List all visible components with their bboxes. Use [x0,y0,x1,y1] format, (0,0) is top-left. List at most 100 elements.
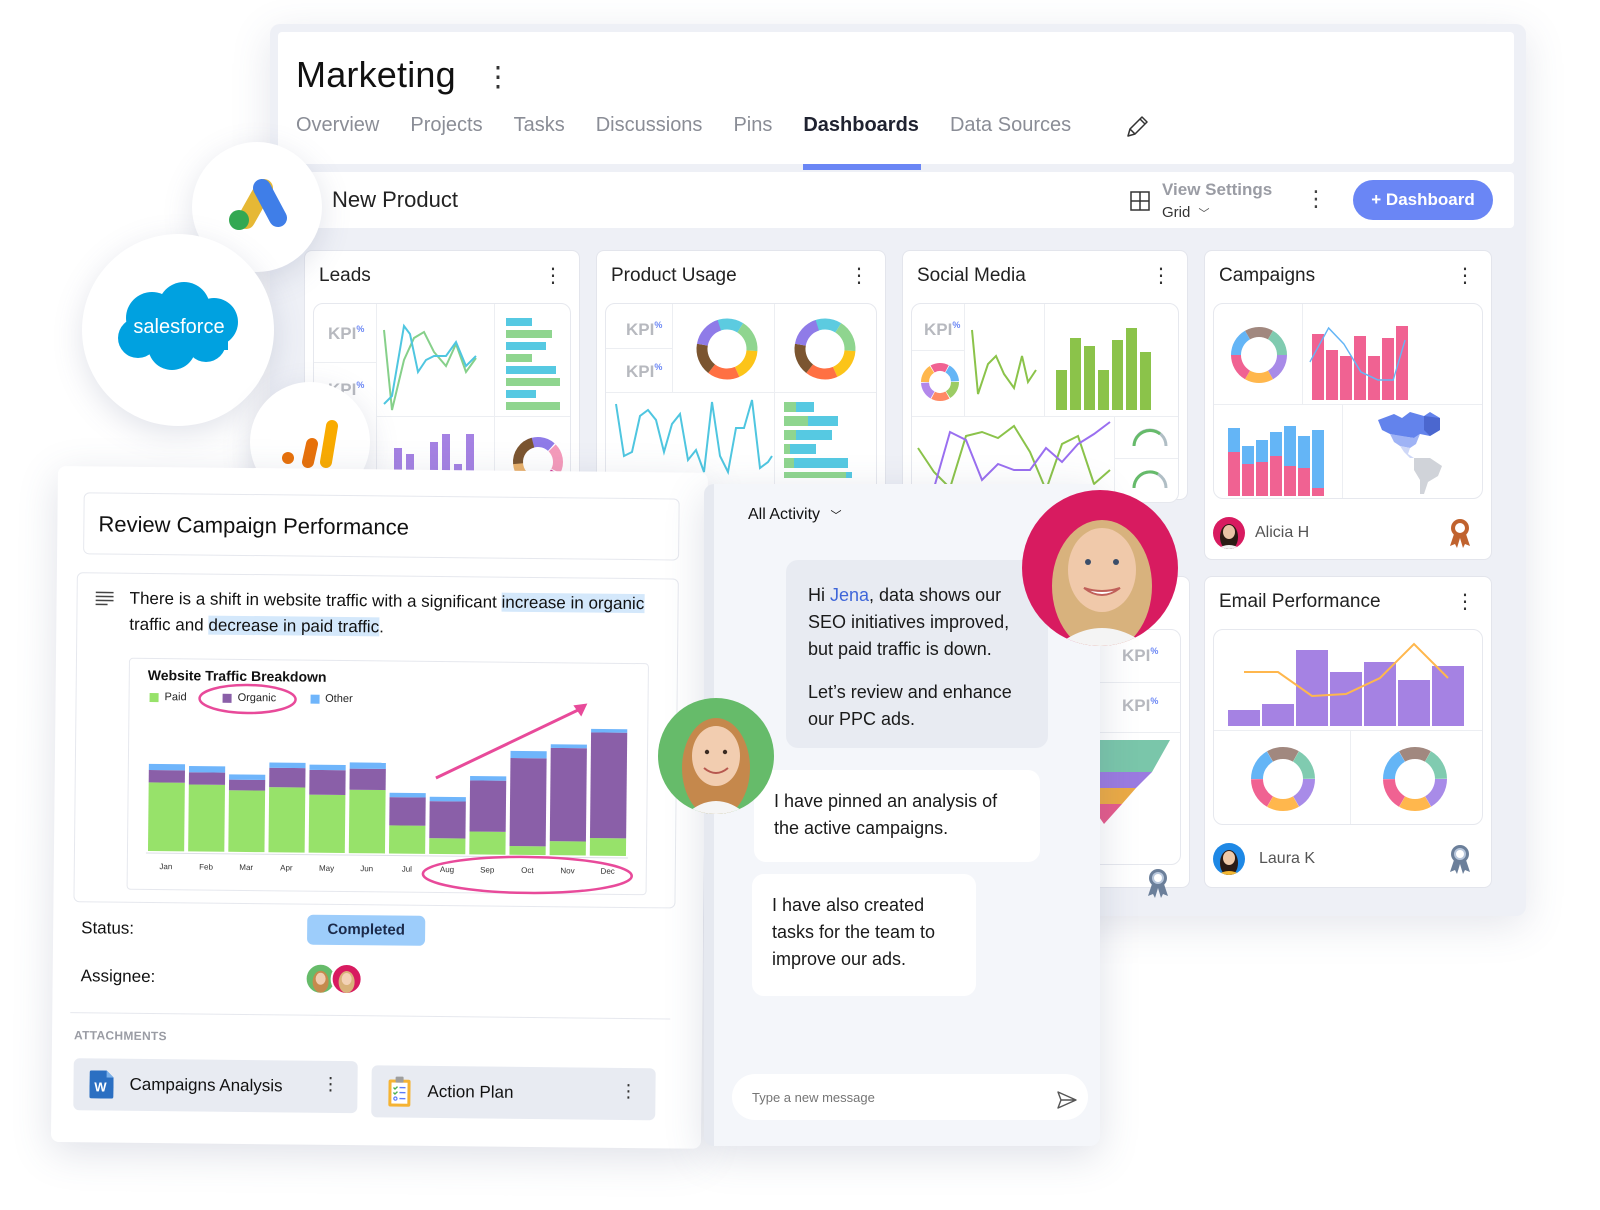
tab-dashboards[interactable]: Dashboards [803,114,921,170]
bar-segment-other-aug [429,796,466,802]
message-text: I have pinned an analysis of the active … [774,791,998,838]
task-title: Review Campaign Performance [98,511,410,540]
task-title-field[interactable]: Review Campaign Performance [83,492,680,561]
owner-avatar[interactable] [1213,843,1245,875]
card-product-usage[interactable]: Product Usage ⋮ KPI% KPI% [596,250,886,503]
message-bubble: Hi Jena, data shows our SEO initiatives … [786,560,1048,748]
attachment-name: Action Plan [427,1081,514,1102]
card-widgets [1213,303,1483,499]
card-social-media[interactable]: Social Media ⋮ KPI% [902,250,1188,503]
task-description[interactable]: There is a shift in website traffic with… [73,572,679,909]
add-dashboard-button[interactable]: + Dashboard [1353,180,1493,220]
x-tick-label: Apr [280,863,293,872]
bar-segment-organic-nov [549,747,587,842]
card-title: Email Performance [1219,591,1381,612]
workspace-tabs: Overview Projects Tasks Discussions Pins… [296,114,1102,170]
dashboard-name: New Product [332,187,458,212]
highlight-paid: decrease in paid traffic [208,615,380,637]
bar-segment-organic-oct [509,757,547,847]
bar-chart-widget [1056,328,1151,410]
view-mode-dropdown[interactable]: Grid ﹀ [1162,204,1210,221]
status-badge[interactable]: Completed [307,914,426,946]
message-text: I have also created tasks for the team t… [772,895,936,969]
annotation-circle-organic [198,683,297,715]
map-widget [1378,412,1442,494]
chevron-down-icon: ﹀ [830,510,842,522]
status-label: Status: [81,918,135,938]
text-align-icon [95,591,114,606]
x-tick-label: Jul [402,865,413,874]
send-icon[interactable] [1056,1089,1078,1111]
donut-chart-widget [1231,327,1287,383]
card-more-icon[interactable]: ⋮ [1455,589,1475,614]
donut-chart-widget [794,318,856,380]
message-text: Let’s review and enhance our PPC ads. [808,682,1012,729]
dashboard-toolbar: New Product View Settings Grid ﹀ ⋮ + Das… [300,172,1514,228]
salesforce-wordmark: salesforce [133,316,224,338]
workspace-more-icon[interactable]: ⋮ [484,60,512,93]
attachment-more-icon[interactable]: ⋮ [321,1074,339,1095]
attachment-action-plan[interactable]: Action Plan ⋮ [371,1065,656,1121]
user-avatar-jena-manager[interactable] [1022,490,1178,646]
donut-chart-widget [1251,747,1315,811]
line-chart-widget [383,323,477,411]
attachment-more-icon[interactable]: ⋮ [619,1081,637,1102]
x-tick-label: Nov [560,866,574,875]
card-more-icon[interactable]: ⋮ [1151,263,1171,288]
user-mention[interactable]: Jena [830,585,869,605]
bar-segment-organic-mar [228,779,266,791]
card-title: Social Media [917,265,1026,286]
bar-line-combo-widget [1228,642,1464,726]
x-tick-label: Mar [239,863,253,872]
bar-segment-other-nov [550,744,587,749]
card-more-icon[interactable]: ⋮ [1455,263,1475,288]
stacked-bar-widget [1228,426,1324,496]
traffic-chart: Website Traffic Breakdown Paid Organic O… [126,657,649,896]
card-campaigns[interactable]: Campaigns ⋮ Alicia H [1204,250,1492,560]
tab-pins[interactable]: Pins [733,114,772,167]
donut-chart-widget [921,363,959,401]
card-email-performance[interactable]: Email Performance ⋮ Laura K [1204,576,1492,888]
chart-plot: Jan Feb Mar Apr May Jun Jul Aug Sep Oct Nov Dec [145,683,633,895]
grid-view-icon[interactable] [1130,191,1150,211]
bar-segment-organic-jul [389,797,426,826]
bar-segment-organic-jun [349,768,386,791]
owner-name: Laura K [1259,850,1316,867]
card-title: Product Usage [611,265,737,286]
message-input[interactable] [732,1074,1088,1120]
assignee-label: Assignee: [80,966,156,987]
message-bubble: I have pinned an analysis of the active … [754,770,1040,862]
x-tick-label: Feb [199,863,213,872]
bar-segment-paid-apr [268,787,306,853]
award-ribbon-icon [1450,519,1470,548]
workspace-header: Marketing ⋮ Overview Projects Tasks Disc… [278,32,1514,170]
bar-segment-other-dec [591,728,628,733]
card-more-icon[interactable]: ⋮ [543,263,563,288]
card-widgets: KPI% [911,303,1179,503]
attachment-campaigns-analysis[interactable]: W Campaigns Analysis ⋮ [73,1058,358,1114]
owner-name: Alicia H [1255,524,1310,541]
salesforce-cloud-icon: salesforce [118,282,238,370]
bar-line-combo-widget [1309,326,1408,400]
bar-segment-paid-nov [549,841,586,856]
section-divider [70,1012,671,1020]
dashboard-more-icon[interactable]: ⋮ [1305,186,1327,212]
card-more-icon[interactable]: ⋮ [849,263,869,288]
gauge-widget [1132,428,1168,447]
tab-data-sources[interactable]: Data Sources [950,114,1071,167]
card-title: Campaigns [1219,265,1316,286]
line-chart-widget [971,329,1037,395]
donut-chart-widget [696,318,758,380]
edit-pencil-icon[interactable] [1124,114,1150,140]
x-tick-label: Jun [360,864,373,873]
owner-avatar[interactable] [1213,517,1245,549]
user-avatar-jena[interactable] [658,698,774,814]
donut-chart-widget [1383,747,1447,811]
tab-projects[interactable]: Projects [410,114,482,167]
tab-discussions[interactable]: Discussions [596,114,703,167]
assignee-avatar[interactable] [330,962,363,996]
bar-segment-paid-feb [188,784,226,852]
kpi-widget: KPI% [1122,646,1159,665]
tab-tasks[interactable]: Tasks [514,114,565,167]
activity-filter-dropdown[interactable]: All Activity ﹀ [748,506,841,524]
